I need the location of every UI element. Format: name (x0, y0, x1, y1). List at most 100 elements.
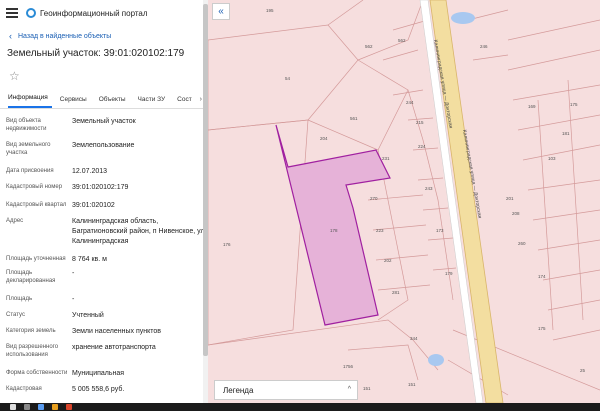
tab-state[interactable]: Сост (177, 96, 196, 108)
parcel-label: 175 (538, 326, 546, 331)
attr-value: 5 005 558,6 руб. (72, 386, 125, 393)
attr-label: Вид разрешенного использования (6, 344, 59, 358)
tab-objects[interactable]: Объекты (99, 96, 130, 108)
parcel-label: 25 (580, 368, 586, 373)
parcel-label: 151 (363, 386, 371, 391)
parcel-label: 562 (398, 38, 406, 43)
parcel-label: 270 (370, 196, 378, 201)
attr-row: Кадастровый номер 39:01:020102:179 (6, 181, 208, 199)
attr-row: Вид разрешенного использования хранение … (6, 341, 208, 367)
parcel-label: 201 (506, 196, 514, 201)
attr-label: Форма собственности (6, 370, 68, 376)
back-link-label: Назад в найденные объекты (18, 32, 112, 40)
attr-label: Статус (6, 312, 25, 318)
cadastral-map[interactable]: 195 562 246 54 561 562 244 204 215 224 2… (208, 0, 600, 403)
attr-value: 12.07.2013 (72, 168, 108, 175)
attr-label: Кадастровый квартал (6, 202, 67, 208)
menu-icon[interactable] (6, 8, 18, 18)
tab-services[interactable]: Сервисы (60, 96, 91, 108)
parcel-label: 195 (266, 8, 274, 13)
attr-label: Вид объекта недвижимости (6, 118, 47, 132)
attr-value: Землепользование (72, 142, 135, 149)
windows-icon[interactable] (10, 404, 16, 410)
parcel-label: 1756 (343, 364, 354, 369)
app-title: Геоинформационный портал (40, 8, 148, 18)
attr-value: 39:01:020102:179 (72, 184, 129, 191)
search-icon[interactable] (24, 404, 30, 410)
attr-row: Площадь уточненная 8 764 кв. м (6, 253, 208, 267)
app-icon[interactable] (66, 404, 72, 410)
attr-row: Кадастровая 5 005 558,6 руб. (6, 383, 208, 397)
attr-value: 39:01:020102 (72, 202, 115, 209)
selected-parcel[interactable] (275, 124, 391, 326)
attr-value: - (72, 296, 75, 303)
attr-value: Земельный участок (72, 118, 136, 125)
parcel-label: 562 (365, 44, 373, 49)
parcel-label: 244 (406, 100, 414, 105)
chevron-right-icon[interactable]: › (200, 96, 202, 103)
attr-row: Площадь декларированная - (6, 267, 208, 293)
page-title: Земельный участок: 39:01:020102:179 (7, 48, 185, 59)
attr-label: Площадь (6, 296, 33, 302)
attr-label: Кадастровая (6, 386, 42, 392)
attr-value: 8 764 кв. м (72, 256, 107, 263)
tab-bar: Информация Сервисы Объекты Части ЗУ Сост… (0, 91, 208, 109)
parcel-label: 204 (320, 136, 328, 141)
attr-value: Муниципальная (72, 370, 125, 377)
attr-row: Вид объекта недвижимости Земельный участ… (6, 115, 208, 139)
top-bar: Геоинформационный портал (0, 0, 208, 26)
attr-label: Категория земель (6, 328, 56, 334)
attr-value: Калининградская область, Багратионовский… (72, 218, 205, 245)
parcel-label: 179 (445, 271, 453, 276)
chevron-up-icon: ^ (347, 386, 351, 393)
attr-label: Вид земельного участка (6, 142, 51, 156)
attr-value: Учтенный (72, 312, 104, 319)
attr-value: хранение автотранспорта (72, 344, 156, 351)
parcel-label: 561 (350, 116, 358, 121)
selected-parcel-label: 178 (330, 228, 338, 233)
parcel-label: 243 (425, 186, 433, 191)
parcel-label: 224 (418, 144, 426, 149)
legend-label: Легенда (223, 385, 254, 395)
attr-label: Кадастровый номер (6, 184, 63, 190)
parcel-label: 151 (408, 382, 416, 387)
parcel-label: 215 (416, 120, 424, 125)
parcel-label: 202 (384, 258, 392, 263)
logo-icon (26, 8, 36, 18)
attr-label: Площадь декларированная (6, 270, 56, 284)
legend-button[interactable]: Легенда ^ (214, 380, 358, 400)
parcel-label: 54 (285, 76, 291, 81)
parcel-label: 181 (562, 131, 570, 136)
attr-row: Форма собственности Муниципальная (6, 367, 208, 383)
attr-row: Вид земельного участка Землепользование (6, 139, 208, 165)
attr-label: Дата присвоения (6, 168, 54, 174)
tab-info[interactable]: Информация (8, 94, 52, 108)
browser-icon[interactable] (38, 404, 44, 410)
attr-label: Площадь уточненная (6, 256, 66, 262)
parcel-label: 103 (548, 156, 556, 161)
parcel-label: 175 (570, 102, 578, 107)
os-taskbar (0, 403, 600, 411)
chevron-left-icon: ‹ (9, 31, 12, 41)
parcel-label: 208 (512, 211, 520, 216)
parcel-label: 231 (382, 156, 390, 161)
attr-row: Площадь - (6, 293, 208, 309)
back-link[interactable]: ‹ Назад в найденные объекты (0, 30, 208, 42)
parcel-label: 246 (480, 44, 488, 49)
parcel-label: 173 (436, 228, 444, 233)
attr-label: Адрес (6, 218, 24, 224)
map-view[interactable]: 195 562 246 54 561 562 244 204 215 224 2… (208, 0, 600, 403)
parcel-label: 176 (223, 242, 231, 247)
parcel-label: 174 (538, 274, 546, 279)
attr-row: Кадастровый квартал 39:01:020102 (6, 199, 208, 215)
attr-row: Дата присвоения 12.07.2013 (6, 165, 208, 181)
parcel-label: 281 (392, 290, 400, 295)
folder-icon[interactable] (52, 404, 58, 410)
star-icon[interactable]: ☆ (0, 69, 208, 83)
parcel-label: 169 (528, 104, 536, 109)
parcel-label: 223 (376, 228, 384, 233)
tab-parts[interactable]: Части ЗУ (138, 96, 170, 108)
collapse-panel-button[interactable]: « (212, 3, 230, 20)
attr-row: Статус Учтенный (6, 309, 208, 325)
attribute-list: Вид объекта недвижимости Земельный участ… (0, 109, 208, 397)
